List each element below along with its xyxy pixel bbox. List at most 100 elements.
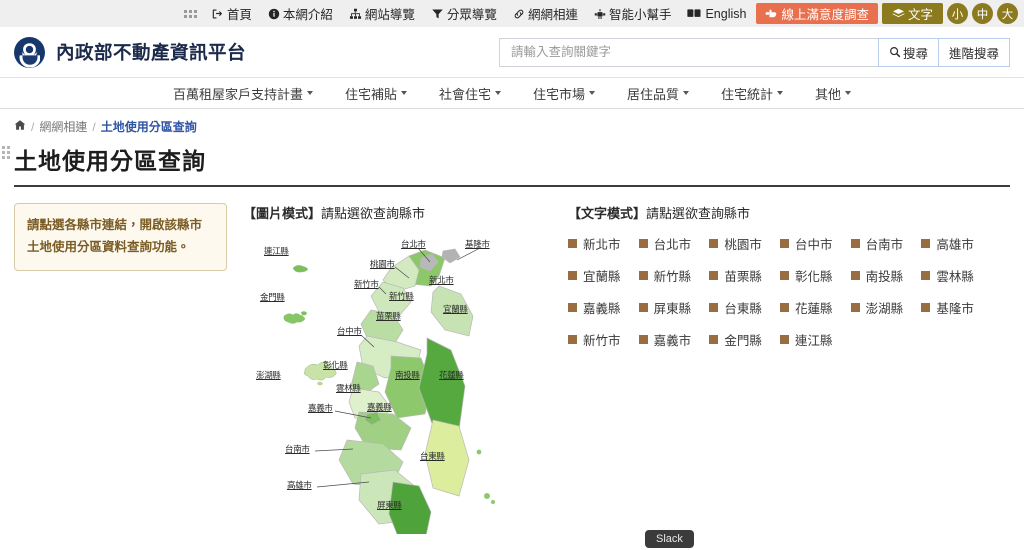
- map-label-taoyuan[interactable]: 桃園市: [370, 258, 395, 270]
- top-link-related-sites[interactable]: 網網相連: [505, 0, 586, 27]
- text-settings-button[interactable]: 文字: [881, 3, 943, 24]
- left-edge-grip-icon[interactable]: [2, 146, 10, 159]
- city-link[interactable]: 高雄市: [921, 234, 988, 253]
- map-label-tainan[interactable]: 台南市: [285, 443, 310, 455]
- image-mode-title: 【圖片模式】請點選欲查詢縣市: [243, 203, 542, 222]
- brand[interactable]: 內政部不動產資訊平台: [14, 36, 246, 68]
- map-label-hsinchu-county[interactable]: 新竹縣: [389, 290, 414, 302]
- breadcrumb-item-related-sites[interactable]: 網網相連: [39, 118, 87, 135]
- robot-icon: [594, 8, 606, 20]
- city-link[interactable]: 連江縣: [779, 330, 847, 349]
- city-link[interactable]: 新竹縣: [638, 266, 706, 285]
- city-link[interactable]: 台中市: [779, 234, 847, 253]
- font-size-small-button[interactable]: 小: [947, 3, 968, 24]
- city-link[interactable]: 宜蘭縣: [568, 266, 635, 285]
- map-label-hsinchu-city[interactable]: 新竹市: [354, 278, 379, 290]
- nav-item-others[interactable]: 其他: [799, 84, 867, 103]
- city-link-label: 花蓮縣: [794, 302, 833, 316]
- city-link[interactable]: 南投縣: [850, 266, 918, 285]
- map-label-taipei[interactable]: 台北市: [401, 238, 426, 250]
- advanced-search-button[interactable]: 進階搜尋: [938, 37, 1010, 67]
- search-icon: [889, 46, 901, 58]
- map-label-yunlin[interactable]: 雲林縣: [336, 382, 361, 394]
- top-link-audience-guide[interactable]: 分眾導覽: [423, 0, 505, 27]
- city-link[interactable]: 花蓮縣: [779, 298, 847, 317]
- city-link[interactable]: 新北市: [568, 234, 635, 253]
- city-link[interactable]: 雲林縣: [921, 266, 988, 285]
- nav-item-rent-support[interactable]: 百萬租屋家戶支持計畫: [157, 84, 329, 103]
- map-label-lienchiang[interactable]: 連江縣: [264, 245, 289, 257]
- link-icon: [513, 8, 525, 20]
- map-label-kaohsiung[interactable]: 高雄市: [287, 479, 312, 491]
- taiwan-map[interactable]: 連江縣 金門縣 澎湖縣 台北市 基隆市 桃園市 新竹市 新北市 新竹縣 宜蘭縣 …: [243, 234, 558, 534]
- map-label-changhua[interactable]: 彰化縣: [323, 359, 348, 371]
- city-link-label: 澎湖縣: [865, 302, 904, 316]
- map-label-kinmen[interactable]: 金門縣: [260, 291, 285, 303]
- city-link[interactable]: 嘉義縣: [568, 298, 635, 317]
- nav-item-social-housing[interactable]: 社會住宅: [423, 84, 517, 103]
- city-link[interactable]: 新竹市: [568, 330, 635, 349]
- map-label-keelung[interactable]: 基隆市: [465, 238, 490, 250]
- top-link-sitemap[interactable]: 網站導覽: [341, 0, 423, 27]
- city-link[interactable]: 台東縣: [709, 298, 776, 317]
- font-size-large-button[interactable]: 大: [997, 3, 1018, 24]
- square-bullet-icon: [638, 271, 648, 280]
- breadcrumb: / 網網相連 / 土地使用分區查詢: [0, 109, 1024, 135]
- city-link[interactable]: 屏東縣: [638, 298, 706, 317]
- map-label-hualien[interactable]: 花蓮縣: [439, 369, 464, 381]
- map-label-pingtung[interactable]: 屏東縣: [377, 499, 402, 511]
- chevron-down-icon: [845, 91, 852, 95]
- top-link-label: 本網介紹: [282, 8, 333, 22]
- top-utility-bar: 首頁 本網介紹 網站導覽 分眾導覽 網網相連 智能小幫手 English 線上滿…: [0, 0, 1024, 27]
- search-input[interactable]: [499, 37, 878, 67]
- online-satisfaction-survey-button[interactable]: 線上滿意度調查: [756, 3, 878, 24]
- top-link-chatbot[interactable]: 智能小幫手: [586, 0, 680, 27]
- city-link[interactable]: 桃園市: [709, 234, 776, 253]
- map-label-chiayi-county[interactable]: 嘉義縣: [367, 401, 392, 413]
- city-link[interactable]: 彰化縣: [779, 266, 847, 285]
- language-icon: [687, 8, 702, 19]
- map-label-yilan[interactable]: 宜蘭縣: [443, 303, 468, 315]
- city-link-label: 新北市: [583, 238, 621, 252]
- map-label-penghu[interactable]: 澎湖縣: [256, 369, 281, 381]
- chevron-down-icon: [306, 91, 313, 95]
- chevron-down-icon: [494, 91, 501, 95]
- drag-grip-icon[interactable]: [183, 0, 204, 27]
- breadcrumb-item-current[interactable]: 土地使用分區查詢: [101, 118, 197, 135]
- home-icon[interactable]: [14, 119, 26, 134]
- square-bullet-icon: [568, 303, 577, 312]
- map-label-miaoli[interactable]: 苗栗縣: [376, 310, 401, 322]
- search-button[interactable]: 搜尋: [877, 37, 939, 67]
- map-label-new-taipei[interactable]: 新北市: [429, 274, 454, 286]
- page-content: 請點選各縣市連結，開啟該縣市土地使用分區資料查詢功能。 【圖片模式】請點選欲查詢…: [0, 187, 1024, 534]
- map-label-chiayi-city[interactable]: 嘉義市: [308, 402, 333, 414]
- slack-badge[interactable]: Slack: [645, 530, 694, 548]
- image-mode-text: 請點選欲查詢縣市: [321, 206, 426, 221]
- font-size-medium-button[interactable]: 中: [972, 3, 993, 24]
- info-icon: [268, 8, 280, 20]
- map-label-taichung[interactable]: 台中市: [337, 325, 362, 337]
- nav-item-housing-statistics[interactable]: 住宅統計: [705, 84, 799, 103]
- city-link[interactable]: 台北市: [638, 234, 706, 253]
- top-link-home[interactable]: 首頁: [204, 0, 260, 27]
- site-search: 搜尋 進階搜尋: [499, 37, 1010, 67]
- search-button-label: 搜尋: [902, 46, 928, 61]
- city-link[interactable]: 基隆市: [921, 298, 988, 317]
- map-label-nantou[interactable]: 南投縣: [395, 369, 420, 381]
- city-link[interactable]: 澎湖縣: [850, 298, 918, 317]
- top-link-label: English: [705, 6, 747, 21]
- city-link[interactable]: 金門縣: [709, 330, 776, 349]
- top-link-about[interactable]: 本網介紹: [260, 0, 341, 27]
- city-link[interactable]: 台南市: [850, 234, 918, 253]
- city-link[interactable]: 嘉義市: [638, 330, 706, 349]
- city-link-label: 台南市: [865, 238, 904, 252]
- nav-item-living-quality[interactable]: 居住品質: [611, 84, 705, 103]
- map-label-taitung[interactable]: 台東縣: [420, 450, 445, 462]
- nav-item-housing-market[interactable]: 住宅市場: [517, 84, 611, 103]
- top-link-english[interactable]: English: [679, 0, 754, 27]
- city-link[interactable]: 苗栗縣: [709, 266, 776, 285]
- text-settings-label: 文字: [907, 8, 933, 22]
- square-bullet-icon: [921, 271, 931, 280]
- nav-item-housing-subsidy[interactable]: 住宅補貼: [329, 84, 423, 103]
- city-link-label: 嘉義縣: [583, 302, 621, 316]
